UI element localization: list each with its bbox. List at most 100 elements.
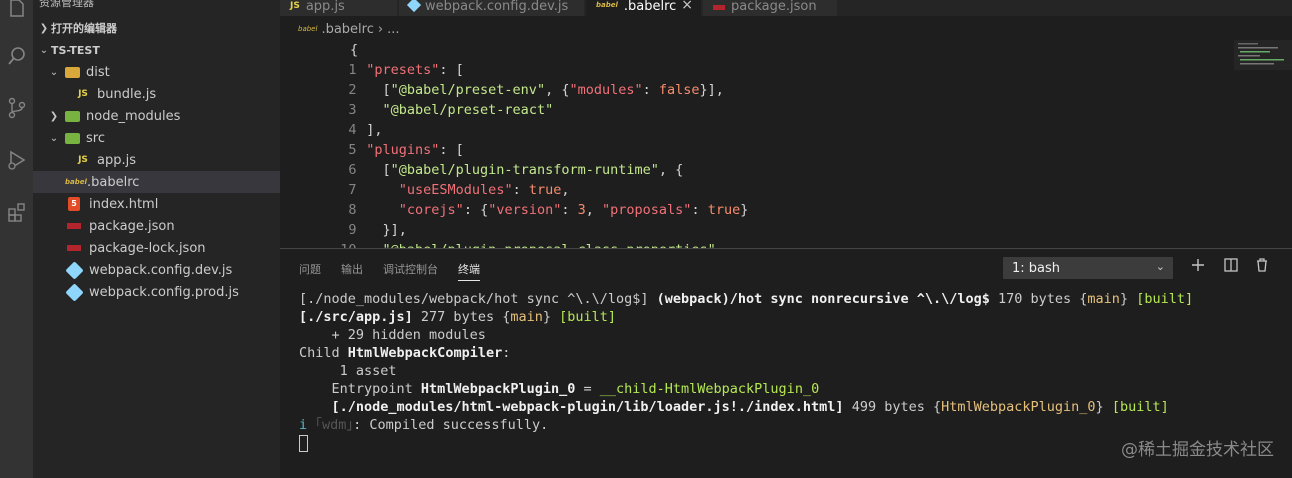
extensions-icon[interactable] (0, 192, 33, 232)
run-debug-icon[interactable] (0, 140, 33, 180)
breadcrumb-rest[interactable]: ... (387, 22, 399, 37)
code-line: 2 "presets": [ (280, 60, 1230, 98)
tree-item-index-html[interactable]: 5 index.html (33, 193, 280, 215)
tab-webpack-config-dev[interactable]: webpack.config.dev.js (399, 0, 585, 16)
tree-item-label: bundle.js (97, 86, 157, 102)
bottom-panel: 问题 输出 调试控制台 终端 1: bash ⌄ [./node_modules… (280, 248, 1292, 478)
code-line: 3 ["@babel/preset-env", {"modules": fals… (280, 80, 1230, 118)
tree-item-babelrc[interactable]: babel .babelrc (33, 171, 280, 193)
explorer-title: 资源管理器 (39, 0, 94, 9)
terminal-selector[interactable]: 1: bash ⌄ (1003, 257, 1173, 279)
tree-item-app-js[interactable]: JS app.js (33, 149, 280, 171)
terminal-cursor (299, 434, 308, 452)
split-icon[interactable] (1221, 257, 1241, 277)
code-editor[interactable]: 1 { 2 "presets": [ 3 ["@babel/preset-env… (280, 40, 1292, 248)
code-line: 1 { (280, 40, 1230, 78)
watermark: @稀土掘金技术社区 (1121, 440, 1274, 460)
breadcrumb-file[interactable]: .babelrc (321, 22, 373, 37)
chevron-down-icon: ⌄ (1155, 260, 1165, 273)
plus-icon[interactable] (1188, 257, 1208, 277)
code-text: ], (350, 122, 383, 138)
tree-item-label: webpack.config.dev.js (89, 262, 233, 278)
code-line: 9 "corejs": {"version": 3, "proposals": … (280, 200, 1230, 238)
webpack-icon (65, 282, 84, 302)
activity-bar (0, 0, 33, 478)
close-icon[interactable]: × (681, 0, 693, 13)
terminal-line: [./node_modules/html-webpack-plugin/lib/… (331, 399, 1169, 415)
tree-item-label: node_modules (86, 108, 181, 124)
js-file-icon: JS (78, 155, 88, 165)
terminal-line: Child HtmlWebpackCompiler: (299, 345, 511, 361)
editor-tab-bar: JS app.js webpack.config.dev.js babel .b… (280, 0, 1292, 16)
terminal-output[interactable]: [./node_modules/webpack/hot sync ^\.\/lo… (299, 290, 1193, 452)
code-line: 4 "@babel/preset-react" (280, 100, 1230, 138)
code-text: "@babel/preset-react" (382, 102, 554, 118)
tree-item-dist[interactable]: ⌄ dist (33, 61, 280, 83)
webpack-icon (406, 0, 422, 13)
code-line: 8 "useESModules": true, (280, 180, 1230, 218)
tree-item-package-lock-json[interactable]: package-lock.json (33, 237, 280, 259)
babel-file-icon: babel (596, 1, 618, 9)
tab-babelrc[interactable]: babel .babelrc × (586, 0, 702, 16)
info-icon: i (299, 417, 308, 433)
tree-item-node-modules[interactable]: ❯ node_modules (33, 105, 280, 127)
tree-item-label: src (86, 130, 105, 146)
project-section[interactable]: ⌄ TS-TEST (33, 39, 280, 61)
tree-item-package-json[interactable]: package.json (33, 215, 280, 237)
terminal-line: + 29 hidden modules (299, 327, 486, 343)
minimap[interactable] (1234, 40, 1292, 70)
code-text: "useESModules": true, (398, 182, 570, 198)
npm-icon (713, 5, 725, 10)
tree-item-webpack-config-prod[interactable]: webpack.config.prod.js (33, 281, 280, 303)
chevron-down-icon: ⌄ (49, 66, 59, 78)
tab-problems[interactable]: 问题 (299, 261, 321, 277)
tree-item-src[interactable]: ⌄ src (33, 127, 280, 149)
code-text: "@babel/plugin-proposal-class-properties… (350, 240, 716, 248)
open-editors-section[interactable]: ❯ 打开的编辑器 (33, 17, 280, 39)
terminal-line: Entrypoint HtmlWebpackPlugin_0 = __child… (299, 381, 820, 397)
open-editors-label: 打开的编辑器 (51, 22, 117, 35)
tab-output[interactable]: 输出 (341, 261, 363, 277)
tab-package-json[interactable]: package.json (703, 0, 838, 16)
wdm-tag: ｢wdm｣ (315, 417, 354, 433)
tree-item-label: index.html (89, 196, 159, 212)
tree-item-bundle-js[interactable]: JS bundle.js (33, 83, 280, 105)
terminal-line: [./node_modules/webpack/hot sync ^\.\/lo… (299, 291, 1194, 307)
project-label: TS-TEST (51, 43, 100, 57)
code-line: 11 "@babel/plugin-proposal-class-propert… (280, 240, 1230, 248)
breadcrumb: babel .babelrc › ... (298, 19, 399, 39)
explorer-icon[interactable] (0, 0, 33, 28)
code-text: "corejs": {"version": 3, "proposals": tr… (398, 202, 749, 218)
code-text: { (350, 42, 359, 58)
chevron-right-icon: ❯ (49, 110, 59, 122)
terminal-prompt (299, 434, 1193, 452)
webpack-icon (65, 260, 84, 280)
tab-debug-console[interactable]: 调试控制台 (383, 261, 438, 277)
tab-label: webpack.config.dev.js (425, 0, 569, 14)
trash-icon[interactable] (1252, 257, 1272, 277)
tab-label: .babelrc (623, 0, 677, 14)
code-line: 10 }], (280, 220, 1230, 248)
terminal-line: [./src/app.js] 277 bytes {main} [built] (299, 309, 617, 325)
tree-item-webpack-config-dev[interactable]: webpack.config.dev.js (33, 259, 280, 281)
source-control-icon[interactable] (0, 88, 33, 128)
chevron-right-icon: ❯ (39, 22, 49, 34)
folder-icon (65, 66, 80, 78)
tab-app-js[interactable]: JS app.js (280, 0, 398, 16)
search-icon[interactable] (0, 36, 33, 76)
js-file-icon: JS (78, 89, 88, 99)
code-line: 5 ], (280, 120, 1230, 158)
chevron-down-icon: ⌄ (49, 132, 59, 144)
terminal-line: i ｢wdm｣: Compiled successfully. (299, 416, 1193, 434)
explorer-sidebar: 资源管理器 ❯ 打开的编辑器 ⌄ TS-TEST ⌄ dist JS bundl… (33, 0, 280, 478)
tree-item-label: package-lock.json (89, 240, 206, 256)
code-text: "plugins": [ (366, 142, 464, 158)
tab-terminal[interactable]: 终端 (458, 261, 480, 281)
tree-item-label: .babelrc (87, 174, 140, 190)
code-text: ["@babel/preset-env", {"modules": false}… (350, 82, 724, 98)
breadcrumb-separator: › (377, 21, 384, 37)
npm-icon (67, 245, 81, 251)
terminal-selector-label: 1: bash (1012, 260, 1061, 276)
babel-file-icon: babel (298, 25, 318, 33)
folder-icon (65, 110, 80, 122)
